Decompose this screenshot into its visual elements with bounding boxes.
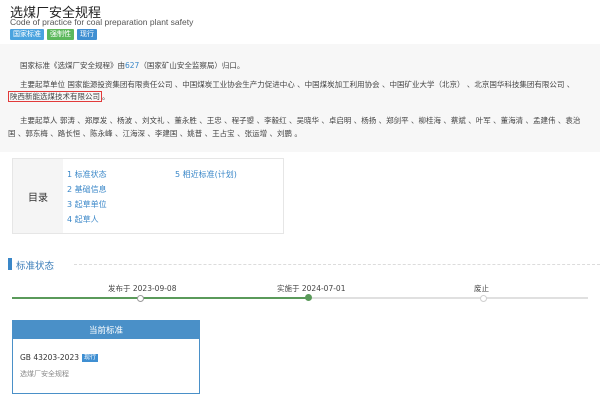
table-of-contents: 目录 1 标准状态 2 基础信息 3 起草单位 4 起草人 5 相近标准(计划) <box>12 158 284 234</box>
toc-item-basic-info[interactable]: 2 基础信息 <box>67 184 107 195</box>
timeline-label-published: 发布于 2023-09-08 <box>108 284 177 293</box>
card-heading: 当前标准 <box>13 321 199 339</box>
timeline-track-pending <box>309 297 588 299</box>
timeline-dot-published <box>137 295 144 302</box>
badge-current: 现行 <box>77 29 97 40</box>
timeline-label-implemented: 实施于 2024-07-01 <box>277 284 346 293</box>
paragraph-drafters-cont: 国 、郭东梅 、路长恒 、陈永峰 、江海深 、李建国 、姚普 、王占宝 、张运增… <box>8 129 302 138</box>
paragraph-drafting-units: 主要起草单位 国家能源投资集团有限责任公司 、中国煤炭工业协会生产力促进中心 、… <box>20 80 575 89</box>
section-title-status: 标准状态 <box>16 261 55 272</box>
paragraph-authority: 国家标准《选煤厂安全规程》由627（国家矿山安全监察局）归口。 <box>20 61 245 70</box>
standard-code: GB 43203-2023 现行 <box>20 353 99 362</box>
timeline-dot-implemented <box>305 294 312 301</box>
timeline-track-done <box>12 297 309 299</box>
timeline-dot-abolished <box>480 295 487 302</box>
header: 选煤厂安全规程 Code of practice for coal prepar… <box>0 0 600 44</box>
timeline-label-abolished: 废止 <box>474 284 489 293</box>
toc-item-similar-standards[interactable]: 5 相近标准(计划) <box>175 169 237 180</box>
page-subtitle: Code of practice for coal preparation pl… <box>10 17 194 27</box>
toc-item-drafting-units[interactable]: 3 起草单位 <box>67 199 107 210</box>
toc-item-status[interactable]: 1 标准状态 <box>67 169 107 180</box>
toc-heading: 目录 <box>13 159 63 233</box>
toc-item-drafters[interactable]: 4 起草人 <box>67 214 99 225</box>
current-standard-card[interactable]: 当前标准 GB 43203-2023 现行 选煤厂安全规程 <box>12 320 200 394</box>
standard-name: 选煤厂安全规程 <box>20 370 69 378</box>
section-accent-bar <box>8 258 12 270</box>
highlighted-unit: 陕西新能选煤技术有限公司 <box>8 91 102 102</box>
committee-link[interactable]: 627 <box>125 61 139 70</box>
badge-national-standard: 国家标准 <box>10 29 44 40</box>
badge-group: 国家标准 强制性 现行 <box>10 29 97 40</box>
badge-mandatory: 强制性 <box>47 29 74 40</box>
paragraph-drafting-units-cont: 陕西新能选煤技术有限公司。 <box>8 91 110 102</box>
paragraph-drafters: 主要起草人 郭涛 、郑厚发 、杨波 、刘文礼 、董永胜 、王忠 、程子曌 、李毅… <box>20 116 581 125</box>
section-divider <box>74 264 600 265</box>
content-panel: 国家标准《选煤厂安全规程》由627（国家矿山安全监察局）归口。 主要起草单位 国… <box>0 44 600 152</box>
status-badge: 现行 <box>82 354 99 362</box>
